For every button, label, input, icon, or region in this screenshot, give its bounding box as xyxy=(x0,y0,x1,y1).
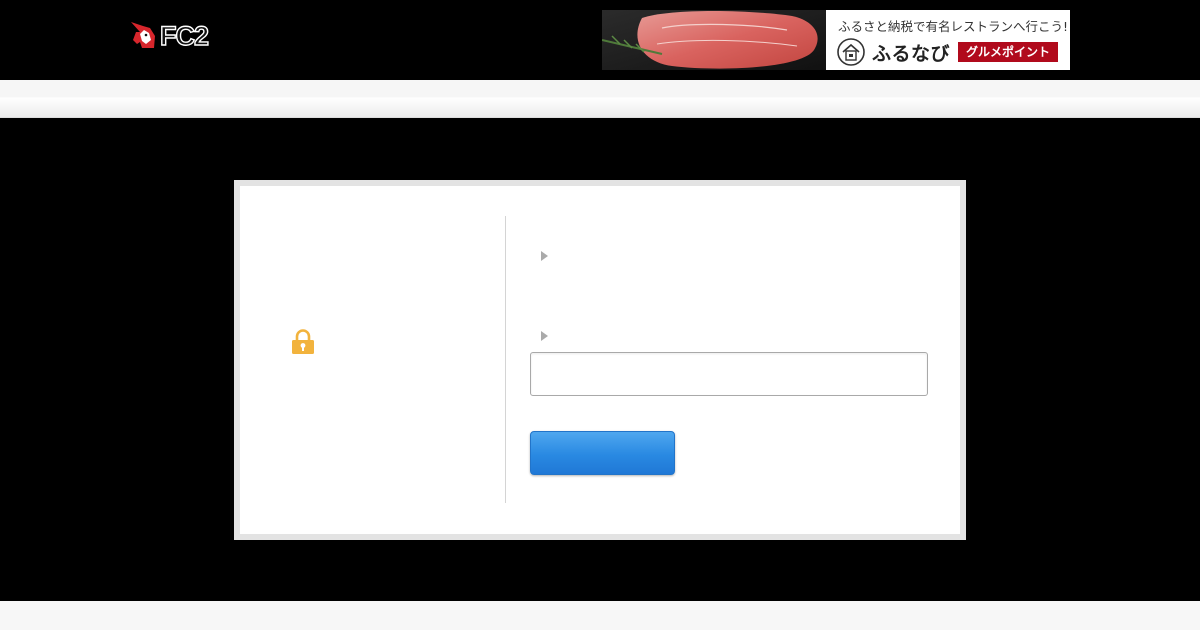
password-input[interactable] xyxy=(530,352,928,396)
submit-button[interactable] xyxy=(530,431,675,475)
ad-text-area: ふるさと納税で有名レストランへ行こう! ふるなび グルメポイント xyxy=(826,10,1070,70)
unicorn-logo-icon xyxy=(131,22,155,48)
advertisement-banner[interactable]: ふるさと納税で有名レストランへ行こう! ふるなび グルメポイント xyxy=(602,10,1070,70)
lock-icon xyxy=(292,329,314,354)
top-bar: FC2 ふるさと納税で有名レストランへ行こう! ふるなび グルメポイント xyxy=(0,0,1200,80)
sub-navigation-bar xyxy=(0,80,1200,118)
triangle-arrow-icon xyxy=(541,251,548,261)
furunavi-house-icon xyxy=(837,38,865,66)
login-panel xyxy=(234,180,966,540)
logo-text: FC2 xyxy=(159,20,209,51)
triangle-arrow-icon xyxy=(541,331,548,341)
column-divider xyxy=(505,216,506,503)
steak-photo xyxy=(602,10,826,70)
ad-brand-name: ふるなび xyxy=(872,43,951,65)
ad-headline: ふるさと納税で有名レストランへ行こう! xyxy=(838,19,1069,34)
ad-badge: グルメポイント xyxy=(958,42,1058,62)
footer xyxy=(0,601,1200,630)
fc2-logo[interactable]: FC2 xyxy=(128,18,224,54)
